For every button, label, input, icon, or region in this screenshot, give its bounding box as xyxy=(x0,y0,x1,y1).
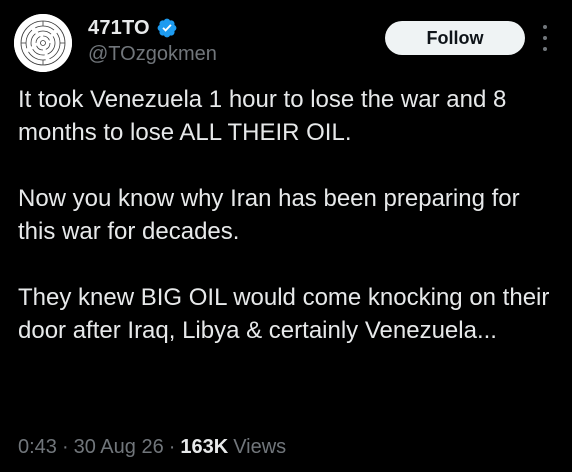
author-handle[interactable]: @TOzgokmen xyxy=(88,43,217,66)
tweet-date[interactable]: 30 Aug 26 xyxy=(74,436,164,459)
circular-maze-avatar-icon xyxy=(14,14,72,72)
tweet-paragraph: They knew BIG OIL would come knocking on… xyxy=(18,284,550,344)
author-name-row: 471TO xyxy=(88,13,178,43)
meta-separator: · xyxy=(168,436,176,458)
display-name[interactable]: 471TO xyxy=(88,17,150,40)
tweet-card: 471TO @TOzgokmen Follow It took Venezuel… xyxy=(0,0,572,472)
tweet-paragraph: It took Venezuela 1 hour to lose the war… xyxy=(18,86,507,146)
tweet-paragraph: Now you know why Iran has been preparing… xyxy=(18,185,520,245)
avatar[interactable] xyxy=(14,14,72,72)
verified-badge-icon[interactable] xyxy=(156,17,178,39)
meta-separator: · xyxy=(61,436,69,458)
more-dot xyxy=(543,25,547,29)
views-count[interactable]: 163K xyxy=(180,436,228,459)
follow-button[interactable]: Follow xyxy=(385,21,525,55)
more-dot xyxy=(543,47,547,51)
more-vertical-icon[interactable] xyxy=(541,25,549,51)
tweet-time[interactable]: 0:43 xyxy=(18,436,57,459)
tweet-text: It took Venezuela 1 hour to lose the war… xyxy=(18,83,563,347)
more-dot xyxy=(543,36,547,40)
views-label: Views xyxy=(233,436,287,458)
tweet-meta: 0:43 · 30 Aug 26 · 163K Views xyxy=(18,436,286,459)
